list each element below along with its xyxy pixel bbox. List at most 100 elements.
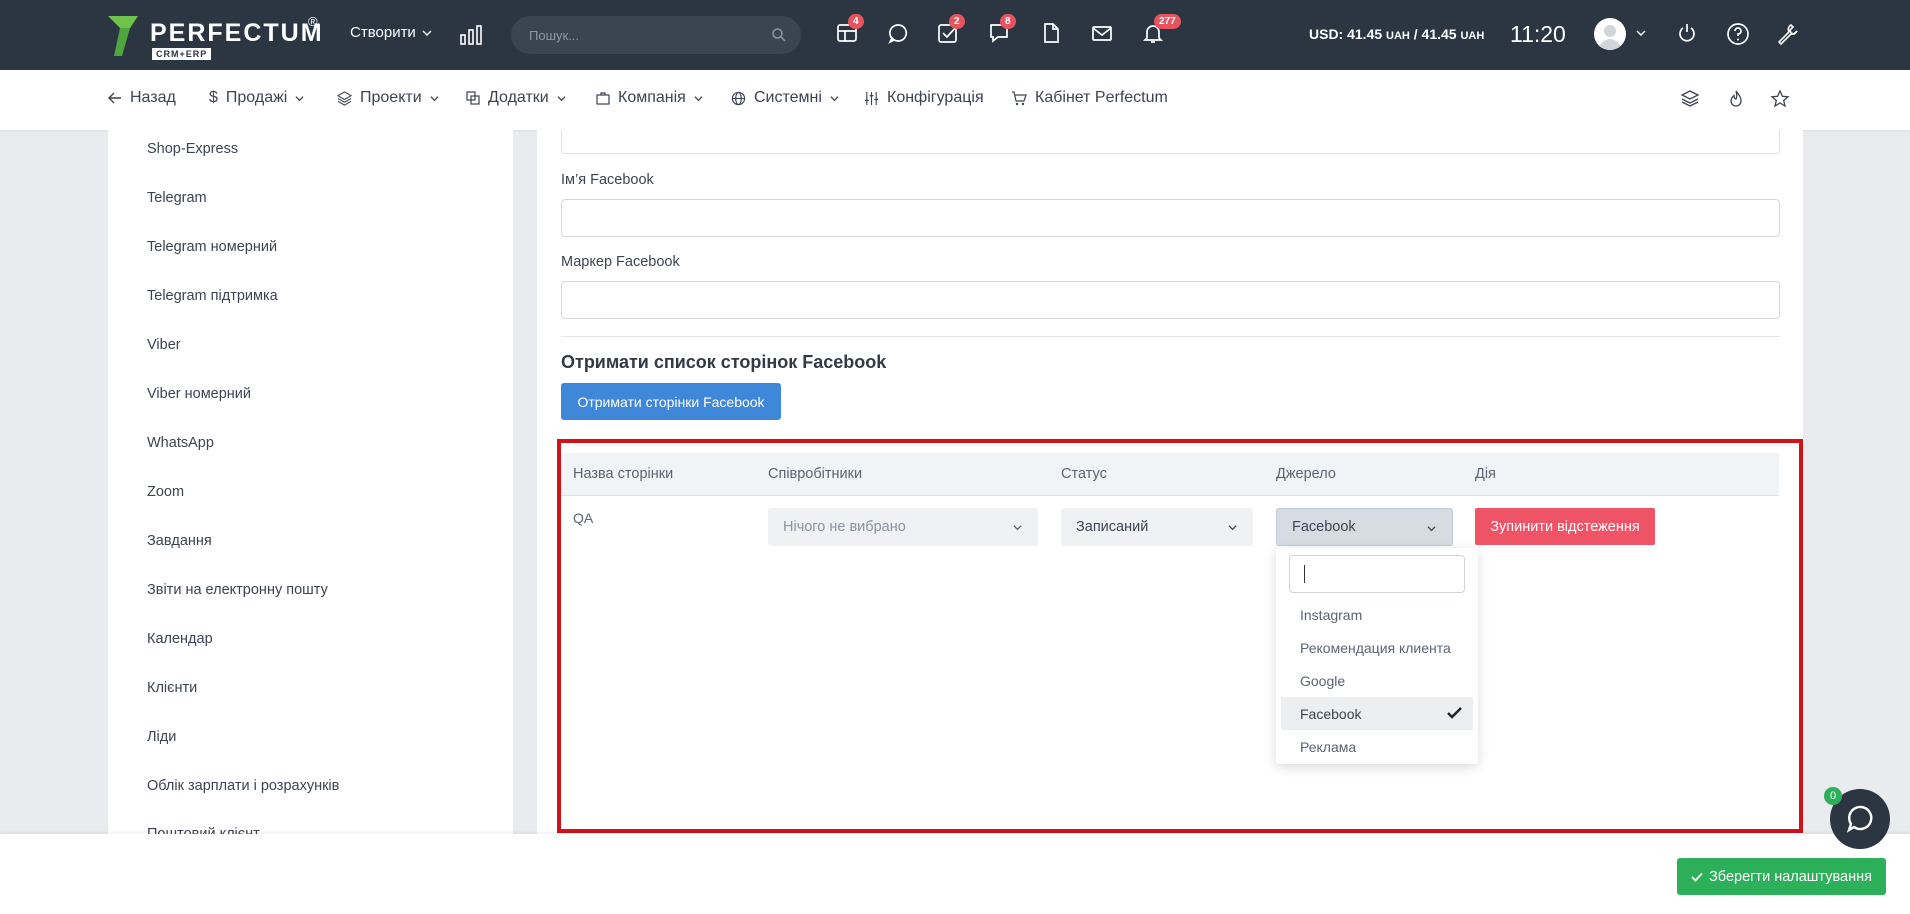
section-title: Отримати список сторінок Facebook	[561, 352, 887, 372]
tasks-icon[interactable]: 2	[937, 14, 965, 48]
global-search	[511, 16, 801, 54]
create-menu-button[interactable]: Створити	[350, 24, 432, 41]
bell-icon[interactable]: 277	[1142, 14, 1181, 48]
nav-configuration[interactable]: Конфігурація	[864, 89, 984, 107]
layers-icon[interactable]	[1680, 89, 1700, 109]
sidebar-item[interactable]: Zoom	[147, 484, 184, 500]
currency-unit-2: UAH	[1460, 30, 1485, 42]
create-label: Створити	[350, 24, 416, 41]
chevron-down-icon	[830, 95, 839, 101]
sidebar-item[interactable]: Viber	[147, 337, 181, 353]
briefcase-icon	[596, 92, 610, 105]
sidebar-item[interactable]: Календар	[147, 631, 213, 647]
chevron-down-icon	[430, 95, 439, 101]
globe-icon	[731, 91, 746, 105]
clock: 11:20	[1510, 21, 1566, 47]
tasks-badge: 2	[949, 14, 965, 29]
help-icon[interactable]	[1726, 22, 1752, 48]
save-settings-button[interactable]: Зберегти налаштування	[1677, 858, 1886, 895]
nav-cabinet[interactable]: Кабінет Perfectum	[1011, 89, 1168, 107]
currency-unit-1: UAH	[1386, 30, 1410, 42]
sliders-icon	[864, 91, 879, 105]
save-settings-label: Зберегти налаштування	[1709, 868, 1872, 885]
cart-icon	[1012, 90, 1027, 105]
star-icon[interactable]	[1770, 89, 1790, 109]
sidebar-item[interactable]: Ліди	[147, 729, 176, 745]
logo-mark-icon	[108, 16, 138, 56]
checkmark-icon	[1691, 872, 1703, 882]
nav-sales[interactable]: $ Продажі	[209, 89, 304, 107]
nav-cabinet-label: Кабінет Perfectum	[1035, 89, 1168, 106]
top-bar: PERFECTUM ® CRM+ERP Створити 4 2 8	[0, 0, 1910, 70]
dollar-icon: $	[209, 89, 218, 106]
messages-icon[interactable]: 8	[988, 14, 1016, 48]
logo-text: PERFECTUM	[150, 19, 324, 47]
sidebar-item[interactable]: Telegram	[147, 190, 207, 206]
nav-back-label: Назад	[130, 89, 176, 106]
divider	[561, 336, 1780, 337]
sidebar-item[interactable]: Поштовий клієнт	[147, 826, 260, 834]
bottom-action-bar	[0, 834, 1910, 914]
chevron-down-icon	[422, 29, 432, 36]
messages-badge: 8	[1000, 14, 1016, 29]
sidebar-item[interactable]: Звіти на електронну пошту	[147, 582, 328, 598]
currency-prefix: USD: 41.45	[1309, 26, 1383, 42]
chevron-down-icon[interactable]	[1636, 28, 1646, 38]
facebook-name-label: Ім’я Facebook	[561, 172, 654, 188]
secondary-nav: Назад $ Продажі Проекти Додатки Компанія…	[0, 70, 1910, 130]
nav-configuration-label: Конфігурація	[887, 89, 984, 106]
sidebar-item[interactable]: Облік зарплати і розрахунків	[147, 778, 339, 794]
chevron-down-icon	[557, 95, 566, 101]
nav-sales-label: Продажі	[225, 89, 288, 106]
fire-icon[interactable]	[1726, 89, 1746, 109]
facebook-name-input[interactable]	[561, 199, 1780, 237]
logo-subtitle: CRM+ERP	[152, 48, 212, 60]
search-input[interactable]	[529, 16, 759, 54]
settings-sidebar: Shop-Express Telegram Telegram номерний …	[108, 130, 513, 914]
chevron-down-icon	[694, 95, 703, 101]
sidebar-item[interactable]: Telegram підтримка	[147, 288, 278, 304]
nav-back[interactable]: Назад	[108, 89, 176, 107]
copy-icon	[466, 91, 480, 105]
nav-addons-label: Додатки	[488, 89, 549, 106]
logo-registered: ®	[308, 14, 318, 29]
nav-projects[interactable]: Проекти	[337, 89, 439, 107]
avatar[interactable]	[1594, 18, 1626, 50]
sidebar-item[interactable]: Viber номерний	[147, 386, 251, 402]
nav-projects-label: Проекти	[360, 89, 422, 106]
dashboard-badge: 4	[848, 14, 864, 29]
support-chat-button[interactable]: 0	[1824, 787, 1890, 849]
facebook-token-input[interactable]	[561, 281, 1780, 319]
dashboard-icon[interactable]: 4	[836, 14, 864, 48]
currency-mid: / 41.45	[1409, 26, 1461, 42]
notifications-badge: 277	[1154, 14, 1181, 29]
nav-system[interactable]: Системні	[731, 89, 839, 107]
chevron-down-icon	[295, 95, 304, 101]
document-icon[interactable]	[1040, 22, 1066, 48]
sidebar-item[interactable]: Клієнти	[147, 680, 197, 696]
sidebar-item[interactable]: Telegram номерний	[147, 239, 277, 255]
chat-bubble-icon[interactable]	[887, 22, 913, 48]
mail-icon[interactable]	[1091, 22, 1117, 48]
sidebar-item[interactable]: Shop-Express	[147, 141, 238, 157]
power-icon[interactable]	[1676, 22, 1702, 48]
facebook-token-label: Маркер Facebook	[561, 254, 680, 270]
chat-badge: 0	[1824, 787, 1842, 805]
sidebar-item[interactable]: WhatsApp	[147, 435, 214, 451]
bar-chart-icon[interactable]	[460, 25, 482, 45]
currency-rate: USD: 41.45 UAH / 41.45 UAH	[1309, 26, 1484, 42]
previous-field-input[interactable]	[561, 130, 1780, 154]
nav-system-label: Системні	[754, 89, 822, 106]
wrench-icon[interactable]	[1776, 22, 1802, 48]
nav-company-label: Компанія	[618, 89, 686, 106]
logo[interactable]: PERFECTUM ® CRM+ERP	[108, 14, 322, 60]
layers-icon	[337, 90, 352, 106]
arrow-left-icon	[108, 92, 121, 104]
nav-company[interactable]: Компанія	[596, 89, 703, 107]
search-icon[interactable]	[771, 27, 787, 43]
nav-addons[interactable]: Додатки	[466, 89, 566, 107]
user-icon	[1599, 25, 1621, 50]
get-facebook-pages-button[interactable]: Отримати сторінки Facebook	[561, 383, 781, 420]
highlight-frame	[557, 439, 1803, 833]
sidebar-item[interactable]: Завдання	[147, 533, 212, 549]
